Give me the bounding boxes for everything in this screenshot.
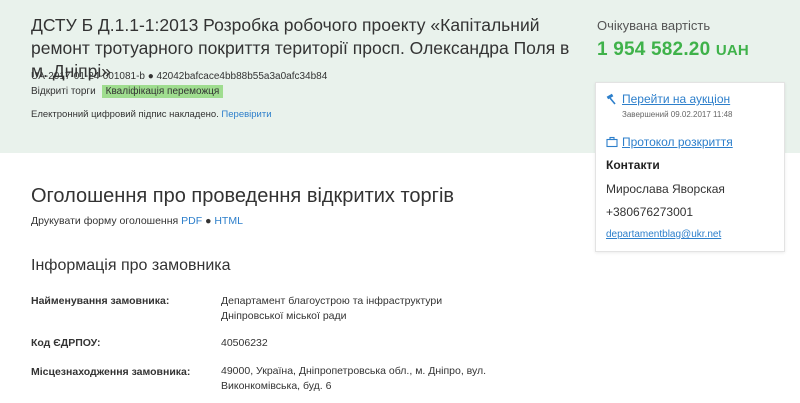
signature-row: Електронний цифровий підпис накладено. П… bbox=[31, 109, 272, 120]
amount-currency: UAH bbox=[715, 42, 749, 59]
procedure-type: Відкриті торги bbox=[31, 86, 96, 97]
tender-id: UA-2017-01-24-001081-b ● 42042bafcace4bb… bbox=[31, 71, 328, 82]
auction-link-label: Перейти на аукціон bbox=[622, 92, 731, 106]
signature-text: Електронний цифровий підпис накладено. bbox=[31, 109, 219, 120]
status-row: Відкриті торги Кваліфікація переможця bbox=[31, 85, 224, 98]
protocol-link[interactable]: Протокол розкриття bbox=[606, 135, 733, 149]
verify-signature-link[interactable]: Перевірити bbox=[221, 109, 271, 120]
status-badge: Кваліфікація переможця bbox=[101, 85, 224, 98]
customer-address-label: Місцезнаходження замовника: bbox=[31, 366, 191, 378]
edrpou-label: Код ЄДРПОУ: bbox=[31, 337, 101, 349]
customer-name-label: Найменування замовника: bbox=[31, 295, 170, 307]
contact-email-link[interactable]: departamentblag@ukr.net bbox=[606, 229, 721, 240]
contact-phone: +380676273001 bbox=[606, 205, 694, 219]
print-row: Друкувати форму оголошення PDF ● HTML bbox=[31, 215, 243, 227]
amount-number: 1 954 582.20 bbox=[597, 39, 711, 60]
protocol-link-label: Протокол розкриття bbox=[622, 135, 733, 149]
expected-value-label: Очікувана вартість bbox=[597, 18, 711, 33]
briefcase-icon bbox=[606, 136, 618, 148]
auction-link[interactable]: Перейти на аукціон bbox=[606, 92, 730, 106]
customer-name-value: Департамент благоустрою та інфраструктур… bbox=[221, 295, 443, 322]
customer-info-title: Інформація про замовника bbox=[31, 257, 231, 274]
print-separator: ● bbox=[205, 215, 212, 227]
print-html-link[interactable]: HTML bbox=[214, 215, 243, 227]
sidebar-card: Перейти на аукціон Завершений 09.02.2017… bbox=[595, 82, 785, 252]
edrpou-value: 40506232 bbox=[221, 337, 268, 349]
customer-address-value: 49000, Україна, Дніпропетровська обл., м… bbox=[221, 365, 487, 392]
expected-value-amount: 1 954 582.20 UAH bbox=[597, 39, 749, 61]
contacts-title: Контакти bbox=[606, 158, 660, 172]
print-label: Друкувати форму оголошення bbox=[31, 215, 179, 227]
contact-name: Мирослава Яворская bbox=[606, 182, 725, 196]
print-pdf-link[interactable]: PDF bbox=[181, 215, 202, 227]
announcement-title: Оголошення про проведення відкритих торг… bbox=[31, 185, 455, 207]
auction-status: Завершений 09.02.2017 11:48 bbox=[622, 110, 733, 119]
hammer-icon bbox=[606, 93, 616, 105]
